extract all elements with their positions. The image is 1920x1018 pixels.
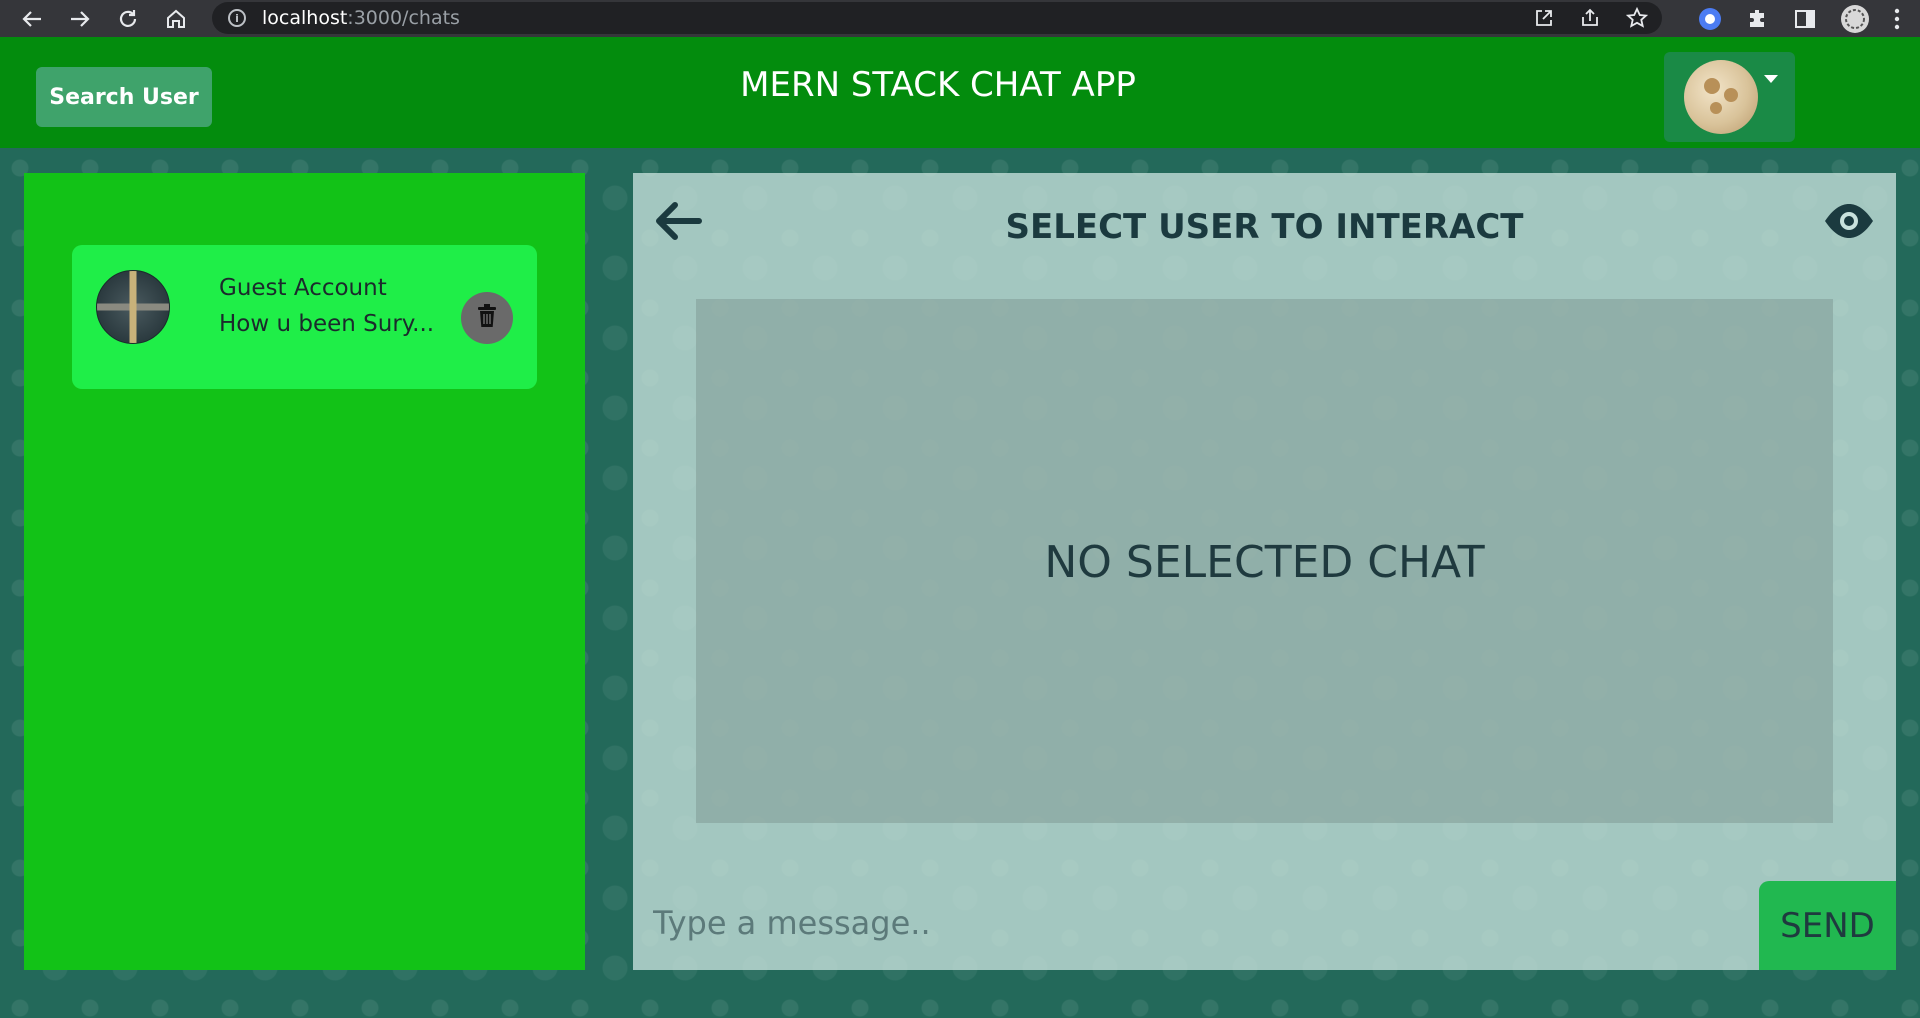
- share-icon[interactable]: [1580, 8, 1600, 28]
- site-info-icon[interactable]: i: [228, 9, 246, 27]
- back-arrow-icon[interactable]: [8, 0, 56, 37]
- delete-chat-button[interactable]: [461, 292, 513, 344]
- eye-icon: [1823, 204, 1875, 247]
- profile-menu-button[interactable]: [1664, 52, 1795, 142]
- avatar: [1684, 60, 1758, 134]
- trash-icon: [476, 304, 498, 332]
- chat-panel: SELECT USER TO INTERACT NO SELECTED CHAT…: [633, 173, 1896, 970]
- view-profile-button[interactable]: [1823, 199, 1875, 243]
- app-header: Search User MERN STACK CHAT APP: [0, 37, 1920, 148]
- app-title: MERN STACK CHAT APP: [740, 65, 1136, 105]
- side-panel-icon[interactable]: [1794, 8, 1816, 30]
- chat-avatar: [96, 270, 170, 344]
- send-button[interactable]: SEND: [1759, 881, 1896, 970]
- page-title: SELECT USER TO INTERACT: [1005, 207, 1524, 247]
- chat-list-panel: Guest Account How u been Sury...: [24, 173, 585, 970]
- browser-toolbar: i localhost :3000/chats: [0, 0, 1920, 37]
- open-in-new-icon[interactable]: [1534, 8, 1554, 28]
- forward-arrow-icon[interactable]: [56, 0, 104, 37]
- chat-preview: How u been Sury...: [219, 311, 435, 337]
- url-path: :3000/chats: [347, 7, 460, 29]
- empty-state-text: NO SELECTED CHAT: [1044, 537, 1485, 588]
- bookmark-star-icon[interactable]: [1626, 7, 1648, 29]
- messages-area: NO SELECTED CHAT: [696, 299, 1833, 823]
- message-input[interactable]: [653, 898, 1753, 948]
- profile-avatar-icon[interactable]: [1840, 4, 1870, 34]
- reload-icon[interactable]: [104, 0, 152, 37]
- chevron-down-icon: [1764, 75, 1778, 83]
- menu-kebab-icon[interactable]: [1894, 8, 1900, 30]
- extensions-puzzle-icon[interactable]: [1746, 7, 1770, 31]
- extension-circle-icon[interactable]: [1698, 7, 1722, 31]
- url-host: localhost: [262, 7, 348, 29]
- chat-name: Guest Account: [219, 275, 387, 301]
- address-bar[interactable]: i localhost :3000/chats: [212, 2, 1662, 34]
- list-item[interactable]: Guest Account How u been Sury...: [72, 245, 537, 389]
- home-icon[interactable]: [152, 0, 200, 37]
